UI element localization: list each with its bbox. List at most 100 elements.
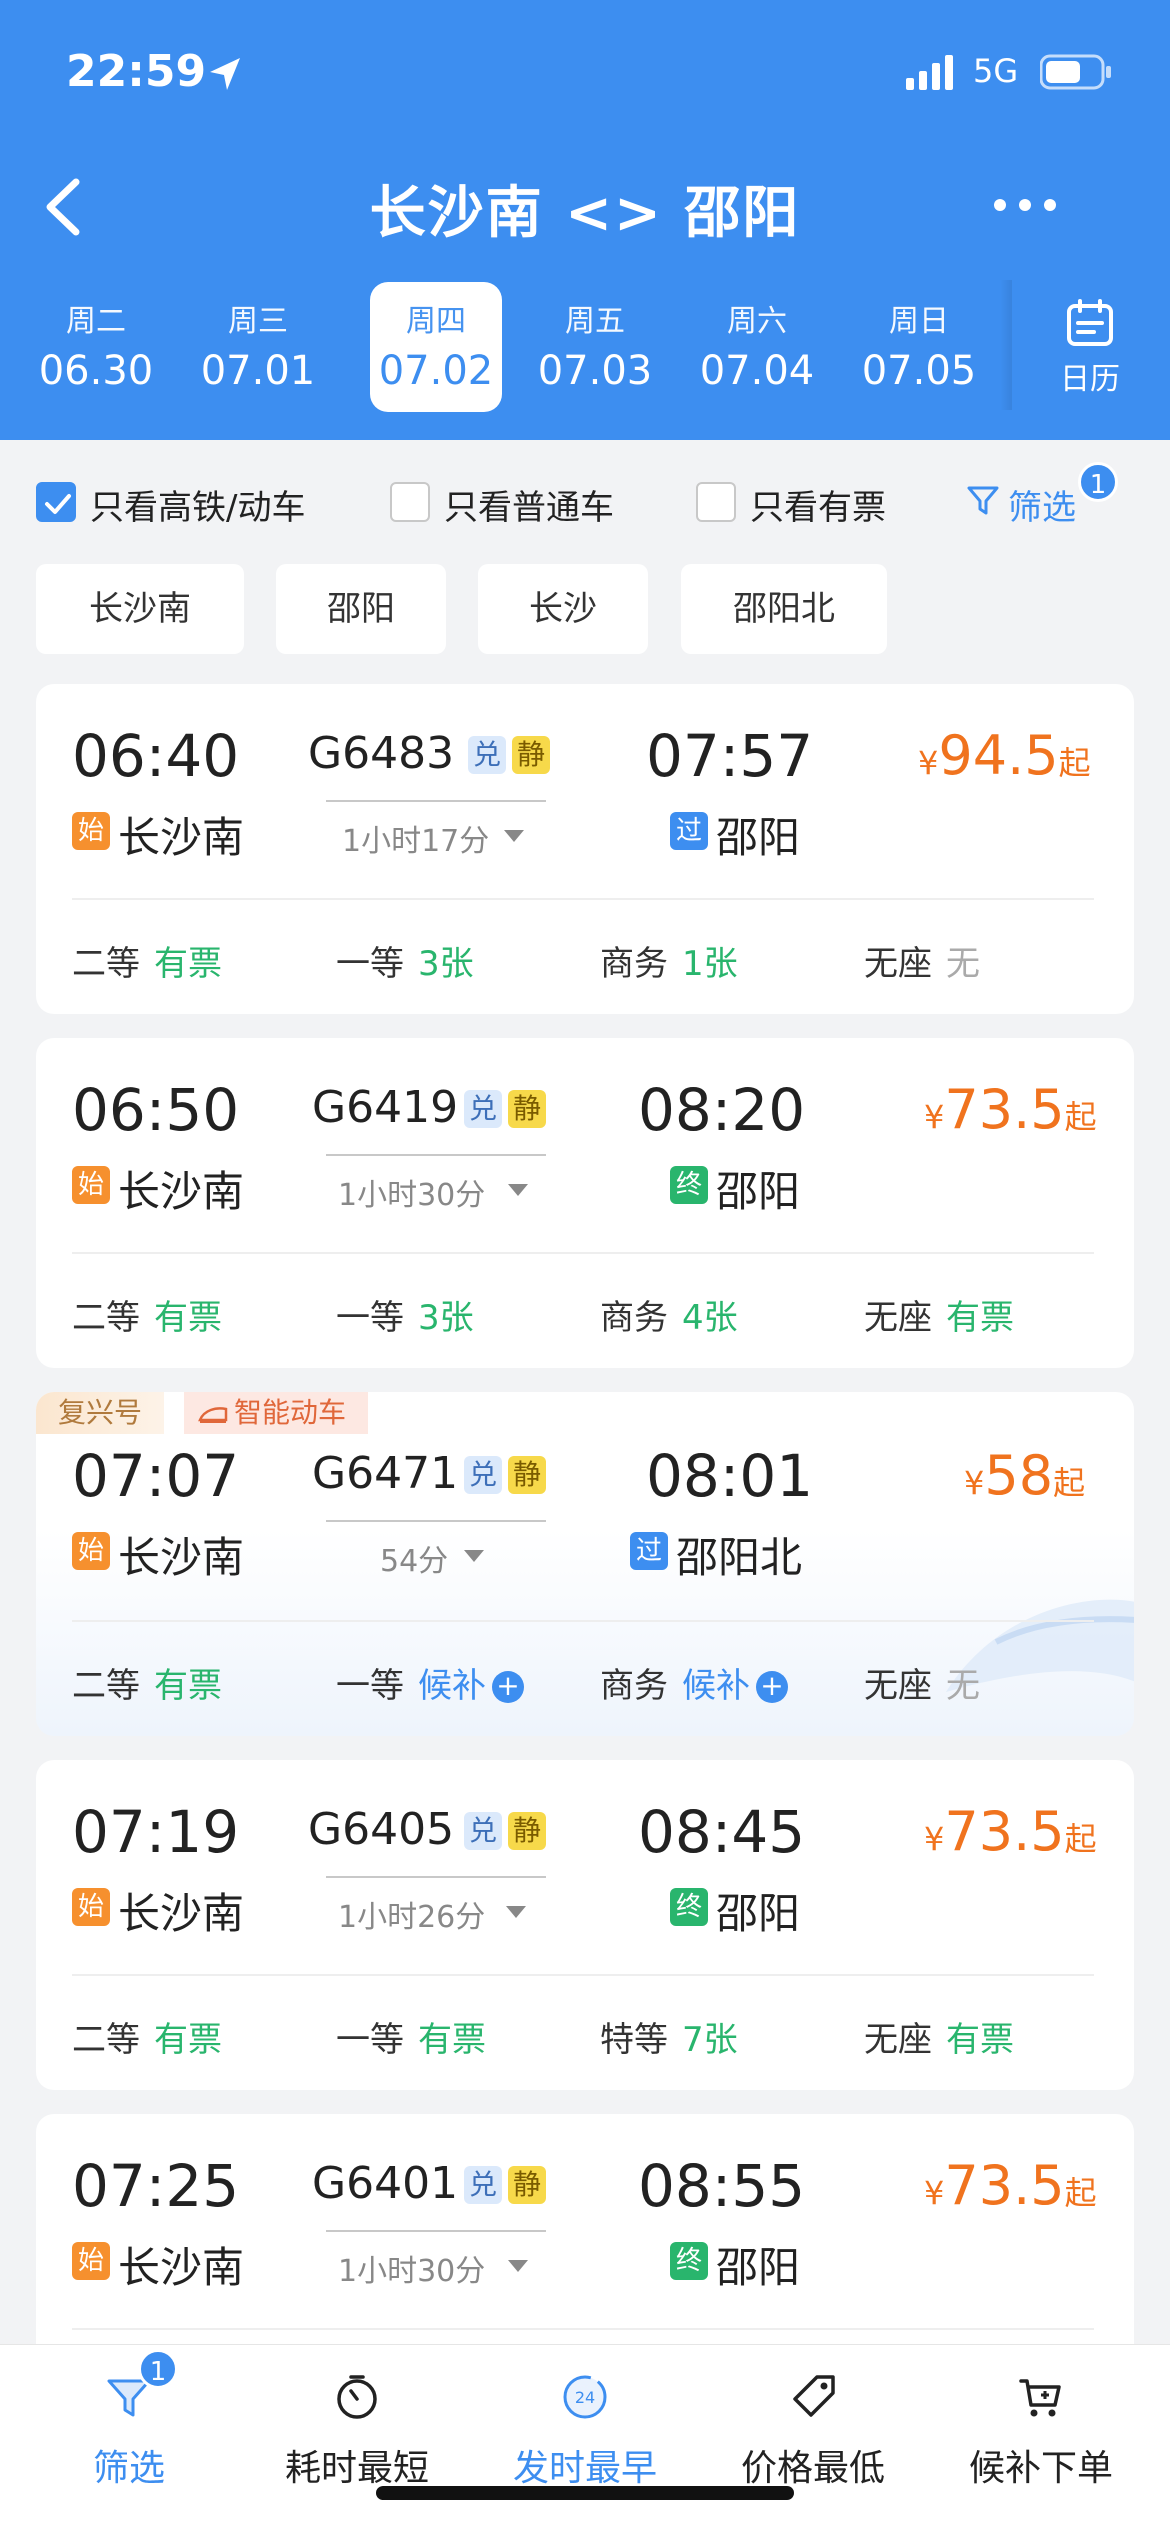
train-card[interactable]: 07:19 G6405 兑 静 1小时26分 08:45 ¥73.5起 始 长沙… (36, 1760, 1134, 2090)
date-weekday: 周四 (406, 304, 466, 339)
more-options-icon[interactable] (990, 190, 1060, 220)
station-chip[interactable]: 长沙 (478, 564, 648, 654)
price-suffix: 起 (1058, 744, 1091, 782)
seat-availability: 有票 (946, 2020, 1014, 2060)
card-divider (72, 2328, 1094, 2330)
date-tab-0701[interactable]: 周三 07.01 (192, 282, 324, 412)
calendar-button[interactable]: 日历 (1010, 290, 1170, 410)
tab-earliest-label: 发时最早 (512, 2448, 657, 2489)
filter-row: 只看高铁/动车 只看普通车 只看有票 筛选 1 (0, 440, 1170, 550)
seat-business-waitlist[interactable]: 商务 候补 + (600, 1658, 788, 1707)
checkmark-icon (45, 494, 71, 514)
station-chip[interactable]: 邵阳 (276, 564, 446, 654)
arrival-station: 邵阳 (716, 813, 801, 862)
date-tab-0704[interactable]: 周六 07.04 (691, 282, 823, 412)
start-station-icon: 始 (72, 1888, 110, 1926)
seat-type: 一等 (336, 944, 404, 984)
price: ¥58起 (964, 1444, 1085, 1507)
departure-time: 07:07 (72, 1442, 240, 1510)
tab-filter[interactable]: 筛选 (12, 2345, 246, 2495)
seat-standing: 无座无 (864, 936, 980, 985)
pass-station-icon: 过 (670, 812, 708, 850)
date-tab-0703[interactable]: 周五 07.03 (529, 282, 661, 412)
tab-earliest-departure[interactable]: 24 发时最早 (468, 2345, 702, 2495)
date-tab-0705[interactable]: 周日 07.05 (853, 282, 985, 412)
expand-arrow-icon (506, 1906, 526, 1918)
date-weekday: 周二 (66, 304, 126, 339)
route-line (326, 2230, 546, 2232)
seat-availability: 候补 (682, 1666, 750, 1706)
route-line (326, 1520, 546, 1522)
date-selector: 周二 06.30 周三 07.01 周四 07.02 周五 07.03 周六 07.04 … (30, 282, 1140, 412)
smart-emu-label: 智能动车 (184, 1392, 369, 1434)
bottom-sort-bar: 筛选 1 耗时最短 24 发时最早 价格最低 候补下单 (0, 2344, 1170, 2532)
seat-standing: 无座 有票 (864, 2012, 1014, 2061)
expand-arrow-icon (504, 830, 524, 842)
exchange-tag: 兑 (464, 1456, 502, 1494)
arrival-station: 邵阳 (716, 1889, 801, 1938)
train-number: G6471 (312, 1448, 459, 1499)
quiet-tag: 静 (508, 1456, 546, 1494)
seat-business: 商务 4张 (600, 1290, 738, 1339)
terminal-station-icon: 终 (670, 1888, 708, 1926)
train-card-fuxing[interactable]: 复兴号 智能动车 07:07 G6471 兑 静 54分 08:01 ¥58起 … (36, 1392, 1134, 1736)
arrival-time: 07:57 (646, 722, 814, 790)
start-station-icon: 始 (72, 1166, 110, 1204)
tab-lowest-price-label: 价格最低 (740, 2448, 885, 2489)
start-station-icon: 始 (72, 2242, 110, 2280)
duration: 1小时30分 (338, 1178, 486, 1213)
departure-time: 06:40 (72, 722, 240, 790)
quiet-tag: 静 (512, 736, 550, 774)
train-card[interactable]: 06:50 G6419 兑 静 1小时30分 08:20 ¥73.5起 始 长沙… (36, 1038, 1134, 1368)
station-chip[interactable]: 邵阳北 (681, 564, 887, 654)
date-tab-0630[interactable]: 周二 06.30 (30, 282, 162, 412)
duration: 1小时30分 (338, 2254, 486, 2289)
seat-type: 二等 (72, 1298, 140, 1338)
seat-first-class-waitlist[interactable]: 一等 候补 + (336, 1658, 524, 1707)
seat-second-class: 二等 有票 (72, 1290, 222, 1339)
seat-availability: 3张 (418, 1298, 474, 1338)
tab-waitlist-order[interactable]: 候补下单 (924, 2345, 1158, 2495)
tab-shortest-duration[interactable]: 耗时最短 (240, 2345, 474, 2495)
price: ¥73.5起 (924, 2154, 1097, 2217)
stopwatch-icon (337, 2375, 377, 2419)
quiet-tag: 静 (508, 2166, 546, 2204)
date-value: 07.03 (537, 348, 653, 394)
seat-availability: 有票 (154, 944, 222, 984)
date-value: 06.30 (38, 348, 154, 394)
price-suffix: 起 (1064, 1098, 1097, 1136)
seat-first-class: 一等 3张 (336, 1290, 474, 1339)
seat-type: 商务 (600, 1666, 668, 1706)
header: 22:59 5G 长沙南 <> 邵阳 周二 06.30 周三 07.01 周四 07.… (0, 0, 1170, 440)
fuxing-label: 复兴号 (36, 1392, 165, 1434)
expand-arrow-icon (508, 2260, 528, 2272)
price-currency: ¥ (964, 1464, 985, 1502)
seat-availability: 1张 (682, 944, 738, 984)
route-line (326, 800, 546, 802)
seat-availability: 7张 (682, 2020, 738, 2060)
seat-availability: 4张 (682, 1298, 738, 1338)
calendar-icon (1067, 299, 1113, 346)
add-waitlist-icon[interactable]: + (492, 1671, 524, 1703)
seat-type: 商务 (600, 944, 668, 984)
station-chip[interactable]: 长沙南 (36, 564, 244, 654)
arrival-time: 08:20 (638, 1076, 806, 1144)
seat-availability: 无 (946, 944, 980, 984)
tab-filter-label: 筛选 (92, 2448, 165, 2489)
tab-lowest-price[interactable]: 价格最低 (696, 2345, 930, 2495)
date-tab-0702-selected[interactable]: 周四 07.02 (370, 282, 502, 412)
arrival-time: 08:55 (638, 2152, 806, 2220)
seat-type: 无座 (864, 1298, 932, 1338)
arrival-time: 08:45 (638, 1798, 806, 1866)
station-chips: 长沙南 邵阳 长沙 邵阳北 (36, 564, 1136, 656)
seat-type: 无座 (864, 2020, 932, 2060)
train-icon (198, 1407, 228, 1423)
card-divider (72, 1252, 1094, 1254)
price-suffix: 起 (1064, 2174, 1097, 2212)
seat-type: 二等 (72, 1666, 140, 1706)
exchange-tag: 兑 (468, 736, 506, 774)
add-waitlist-icon[interactable]: + (756, 1671, 788, 1703)
train-card[interactable]: 06:40 G6483 兑 静 1小时17分 07:57 ¥94.5起 始 长沙… (36, 684, 1134, 1014)
seat-availability: 候补 (418, 1666, 486, 1706)
arrival-station: 邵阳北 (676, 1533, 803, 1582)
